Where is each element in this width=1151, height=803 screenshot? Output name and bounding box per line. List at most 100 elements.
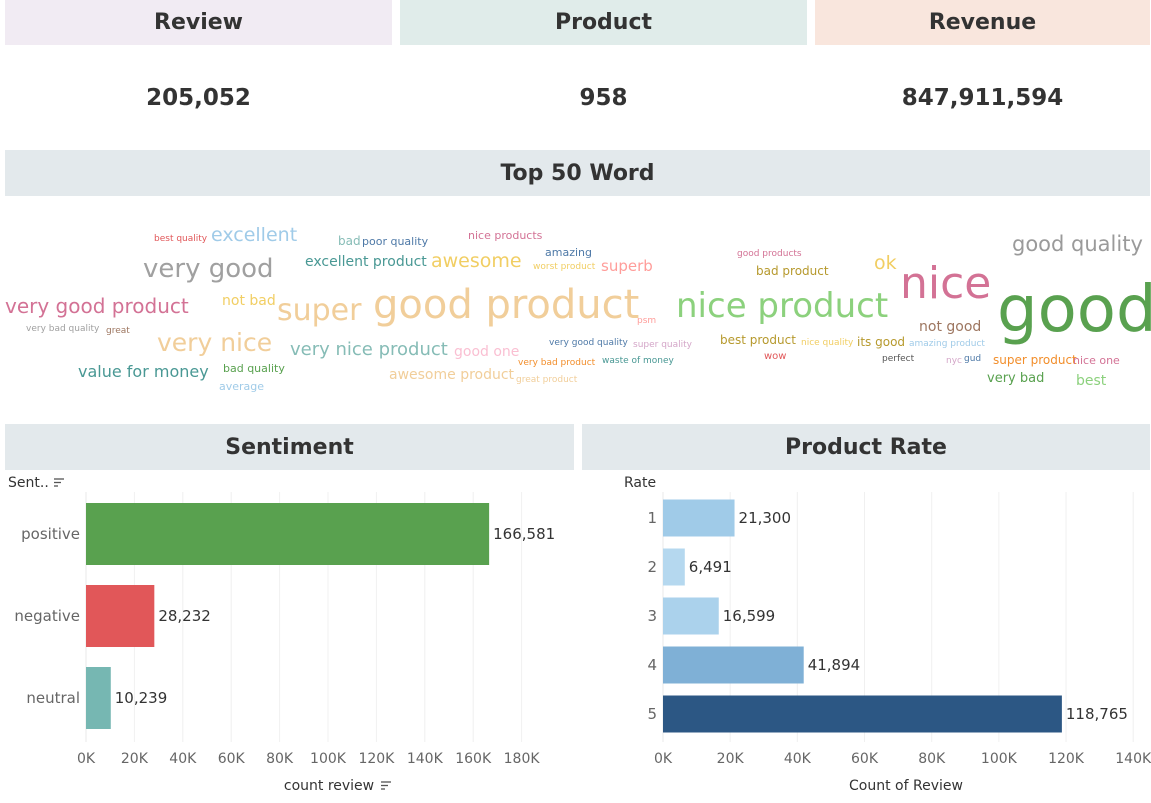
tick-label: 140K	[407, 751, 444, 767]
review-kpi-header: Review	[5, 0, 392, 45]
word-cloud-word: its good	[857, 335, 906, 349]
word-cloud-word: super	[277, 293, 362, 328]
x-axis-title: count review	[284, 778, 374, 794]
bar-neutral	[86, 667, 111, 729]
value-label: 41,894	[808, 656, 861, 674]
word-cloud-word: poor quality	[362, 235, 429, 248]
word-cloud-word: very good	[143, 254, 274, 284]
tick-label: 80K	[918, 751, 946, 767]
bar-3	[663, 597, 719, 635]
product-rate-chart: Rate 1 21,300 2 6,491 3 16,599 4 41,894 5 118,765 0…	[624, 475, 1151, 794]
tick-label: 100K	[310, 751, 347, 767]
revenue-kpi-header: Revenue	[815, 0, 1150, 45]
word-cloud-word: awesome	[431, 250, 522, 272]
word-cloud-word: great	[106, 326, 130, 336]
word-cloud-word: very bad product	[518, 358, 596, 368]
word-cloud-word: excellent	[211, 224, 298, 246]
word-cloud-word: worst product	[533, 262, 596, 272]
word-cloud-word: not good	[919, 319, 982, 335]
word-cloud-word: best product	[720, 333, 796, 347]
word-cloud-word: excellent product	[305, 254, 427, 270]
word-cloud-word: bad	[338, 234, 361, 248]
word-cloud-word: very good quality	[549, 338, 628, 348]
word-cloud-word: good one	[454, 344, 520, 360]
word-cloud-word: great product	[516, 375, 578, 385]
word-cloud-word: not bad	[222, 293, 276, 309]
tick-label: 100K	[981, 751, 1018, 767]
tick-label: 120K	[358, 751, 395, 767]
bar-negative	[86, 585, 155, 647]
word-cloud-word: amazing product	[909, 339, 985, 349]
tick-label: 80K	[266, 751, 294, 767]
tick-label: 0K	[77, 751, 96, 767]
product-kpi-header: Product	[400, 0, 807, 45]
word-cloud-word: good	[997, 273, 1151, 347]
word-cloud-word: psm	[637, 316, 657, 326]
tick-label: 20K	[717, 751, 745, 767]
word-cloud-word: wow	[764, 351, 787, 362]
sentiment-title: Sentiment	[5, 424, 574, 470]
word-cloud-word: perfect	[882, 354, 915, 364]
x-axis-sort-icon[interactable]	[381, 781, 391, 790]
word-cloud: good nice good product nice product very goo…	[0, 200, 1151, 420]
word-cloud-word: ok	[874, 252, 897, 274]
word-cloud-word: best quality	[154, 234, 208, 244]
value-label: 16,599	[723, 607, 776, 625]
tick-label: 60K	[851, 751, 879, 767]
tick-label: 120K	[1048, 751, 1085, 767]
bar-positive	[86, 503, 490, 565]
word-cloud-word: bad quality	[223, 362, 285, 375]
word-cloud-word: good products	[737, 249, 802, 259]
category-label: 5	[647, 705, 657, 723]
word-cloud-word: amazing	[545, 246, 592, 259]
word-cloud-word: average	[219, 380, 265, 393]
word-cloud-word: nyc	[946, 356, 962, 366]
bar-2	[663, 548, 685, 586]
tick-label: 160K	[455, 751, 492, 767]
value-label: 21,300	[739, 509, 792, 527]
word-cloud-word: very nice	[157, 328, 273, 357]
word-cloud-word: nice quality	[801, 338, 854, 348]
word-cloud-word: bad product	[756, 264, 829, 278]
tick-label: 40K	[169, 751, 197, 767]
category-label: positive	[21, 525, 80, 543]
value-label: 28,232	[158, 607, 211, 625]
wordcloud-title: Top 50 Word	[5, 150, 1150, 196]
tick-label: 40K	[784, 751, 812, 767]
word-cloud-word: very bad quality	[26, 324, 100, 334]
bar-1	[663, 499, 735, 537]
x-axis-title: Count of Review	[849, 778, 963, 794]
word-cloud-word: super product	[993, 353, 1077, 367]
word-cloud-word: nice one	[1073, 354, 1120, 367]
tick-label: 180K	[504, 751, 541, 767]
value-label: 6,491	[689, 558, 732, 576]
word-cloud-word: value for money	[78, 362, 209, 381]
product-kpi-value: 958	[579, 85, 628, 111]
category-label: neutral	[26, 689, 80, 707]
category-label: 2	[647, 558, 657, 576]
value-label: 166,581	[493, 525, 555, 543]
revenue-kpi-value: 847,911,594	[901, 85, 1064, 111]
word-cloud-word: good product	[373, 282, 640, 328]
sentiment-chart: Sent.. positive 166,581 negative 28,232 neutr…	[8, 475, 555, 794]
word-cloud-word: good quality	[1012, 232, 1143, 256]
value-label: 10,239	[115, 689, 168, 707]
axis-header: Sent..	[8, 475, 49, 491]
product-rate-title: Product Rate	[582, 424, 1150, 470]
value-label: 118,765	[1066, 705, 1128, 723]
category-label: 4	[647, 656, 657, 674]
category-label: 3	[647, 607, 657, 625]
word-cloud-word: very good product	[5, 294, 189, 318]
word-cloud-word: nice	[900, 258, 992, 309]
category-label: 1	[647, 509, 657, 527]
tick-label: 0K	[654, 751, 673, 767]
word-cloud-word: very nice product	[290, 339, 448, 360]
word-cloud-word: gud	[964, 354, 982, 364]
word-cloud-word: waste of money	[602, 356, 674, 366]
bar-4	[663, 646, 804, 684]
review-kpi-value: 205,052	[146, 85, 251, 111]
word-cloud-word: superb	[601, 257, 653, 275]
sort-icon[interactable]	[54, 478, 64, 487]
tick-label: 140K	[1115, 751, 1151, 767]
category-label: negative	[14, 607, 80, 625]
